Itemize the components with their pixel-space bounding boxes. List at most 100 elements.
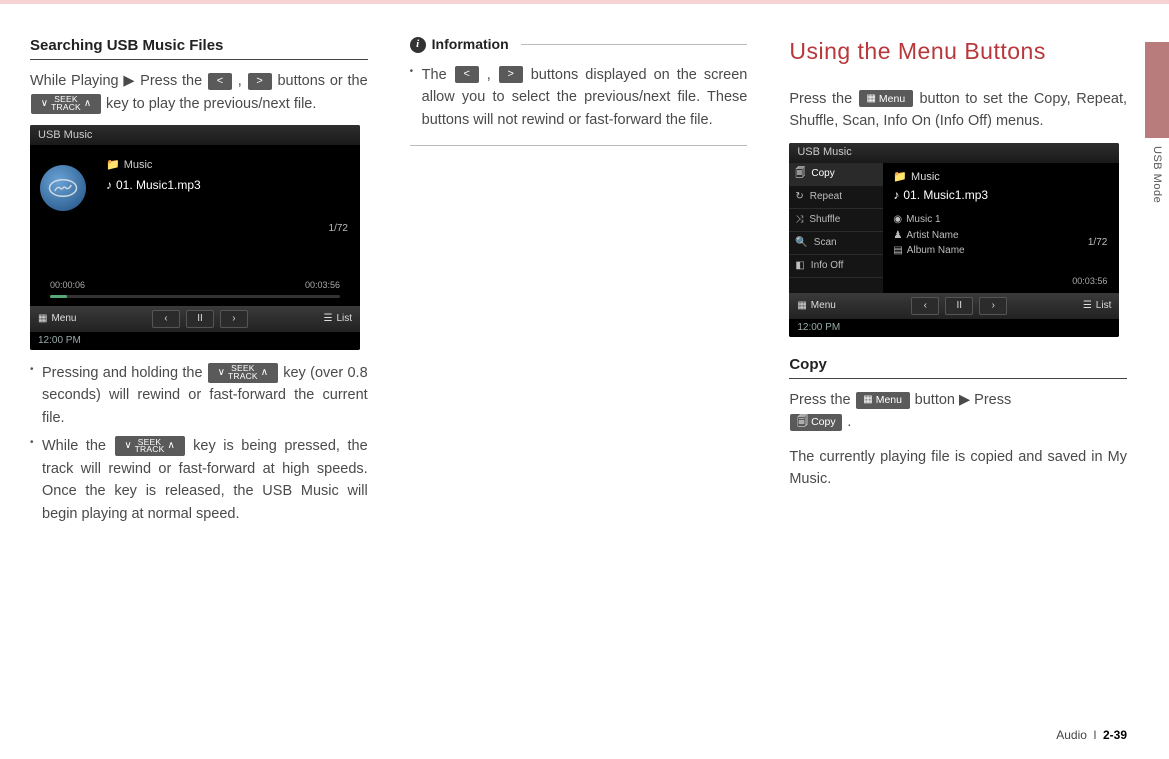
column-2: i Information The < , > buttons displaye… <box>410 34 748 531</box>
shot-toolbar: ▦ Menu ‹ II › ☰ List <box>30 306 360 332</box>
copy-key-text: Copy <box>811 417 836 428</box>
usb-music-screenshot-basic: USB Music 📁 Music <box>30 125 360 350</box>
info-rule <box>521 44 748 45</box>
section-heading-searching: Searching USB Music Files <box>30 34 368 60</box>
text-fragment: Press the <box>789 392 854 408</box>
menu-key-text: Menu <box>876 395 902 406</box>
album-icon: ▤ <box>893 243 902 259</box>
toolbar-menu-label: Menu <box>51 311 76 327</box>
chevron-up-icon: ∧ <box>84 99 91 109</box>
text-fragment: , <box>487 67 498 83</box>
track-counter: 1/72 <box>329 221 348 237</box>
prev-key-label: < <box>208 73 232 90</box>
hyundai-logo-icon <box>48 176 78 200</box>
intro-paragraph: While Playing ▶ Press the < , > buttons … <box>30 70 368 115</box>
folder-icon: 📁 <box>893 169 907 186</box>
toolbar-list-label: List <box>336 311 352 327</box>
chevron-down-icon: ∨ <box>41 99 48 109</box>
track-text: TRACK <box>135 446 165 454</box>
text-fragment: , <box>238 73 247 89</box>
copy-note: The currently playing file is copied and… <box>789 446 1127 491</box>
next-key-label: > <box>499 66 523 83</box>
time-end: 00:03:56 <box>1072 275 1107 289</box>
info-label: Information <box>432 34 509 56</box>
shot-clock: 12:00 PM <box>30 332 360 350</box>
list-icon: ☰ <box>323 311 332 327</box>
album-row: ▤Album Name <box>893 243 1109 259</box>
menu-grid-icon: ▦ <box>866 94 875 104</box>
sidebar-row: ↻Repeat <box>789 186 883 209</box>
text-fragment: buttons or the <box>277 73 367 89</box>
footer-section: Audio <box>1056 728 1087 742</box>
time-end: 00:03:56 <box>305 279 340 293</box>
text-fragment: Pressing and holding the <box>42 365 207 381</box>
toolbar-list-label: List <box>1096 298 1112 314</box>
info-off-icon: ◧ <box>795 258 804 274</box>
information-heading: i Information <box>410 34 748 56</box>
brand-logo <box>40 165 86 211</box>
scan-icon: 🔍 <box>795 235 807 251</box>
next-key-label: > <box>248 73 272 90</box>
bullet-list: Pressing and holding the ∨ SEEK TRACK ∧ … <box>30 362 368 525</box>
text-fragment: The <box>422 67 454 83</box>
menu-key-label: ▦ Menu <box>859 90 913 107</box>
disc-icon: ◉ <box>893 212 902 228</box>
list-icon: ☰ <box>1083 298 1092 314</box>
menu-grid-icon: ▦ <box>863 395 872 405</box>
file-row: ♪ 01. Music1.mp3 <box>106 176 350 195</box>
copy-key-label: 🗐 Copy <box>790 414 842 431</box>
text-fragment: . <box>847 414 851 430</box>
menu-grid-icon: ▦ <box>38 311 47 327</box>
copy-page-icon: 🗐 <box>797 417 808 428</box>
prev-button-shot: ‹ <box>911 297 939 315</box>
section-heading-copy: Copy <box>789 353 1127 379</box>
text-fragment: While the <box>42 438 114 454</box>
folder-name: Music <box>911 169 940 186</box>
usb-music-screenshot-menu: USB Music 🗐Copy ↻Repeat ⤨Shuffle 🔍Scan ◧… <box>789 143 1119 337</box>
bullet-item: The < , > buttons displayed on the scree… <box>410 64 748 131</box>
text-fragment: key to play the previous/next file. <box>106 96 316 112</box>
menu-button-paragraph: Press the ▦ Menu button to set the Copy,… <box>789 88 1127 133</box>
repeat-icon: ↻ <box>795 189 803 205</box>
shot-toolbar: ▦ Menu ‹ II › ☰ List <box>789 293 1119 319</box>
shot-sidebar: 🗐Copy ↻Repeat ⤨Shuffle 🔍Scan ◧Info Off <box>789 163 883 293</box>
folder-row: 📁 Music <box>106 157 350 174</box>
chevron-down-icon: ∨ <box>218 368 225 378</box>
toolbar-menu-label: Menu <box>811 298 836 314</box>
copy-icon: 🗐 <box>795 166 805 182</box>
music-note-icon: ♪ <box>106 176 112 195</box>
folder-name: Music <box>124 157 153 174</box>
pause-button-shot: II <box>945 297 973 315</box>
footer-separator: l <box>1094 728 1097 742</box>
track-text: TRACK <box>228 373 258 381</box>
bullet-item: Pressing and holding the ∨ SEEK TRACK ∧ … <box>30 362 368 429</box>
copy-instruction: Press the ▦ Menu button ▶ Press 🗐 Copy . <box>789 389 1127 434</box>
column-3: Using the Menu Buttons Press the ▦ Menu … <box>789 34 1127 531</box>
prev-button-shot: ‹ <box>152 310 180 328</box>
column-1: Searching USB Music Files While Playing … <box>30 34 368 531</box>
time-current: 00:00:06 <box>50 279 85 293</box>
music-note-icon: ♪ <box>893 186 899 205</box>
file-name: 01. Music1.mp3 <box>903 186 988 205</box>
sidebar-row: 🗐Copy <box>789 163 883 186</box>
seek-track-key-label: ∨ SEEK TRACK ∧ <box>31 94 101 114</box>
chevron-down-icon: ∨ <box>124 441 131 451</box>
folder-icon: 📁 <box>106 157 120 174</box>
shot-titlebar: USB Music <box>30 125 360 145</box>
bullet-item: While the ∨ SEEK TRACK ∧ key is being pr… <box>30 435 368 525</box>
file-row: ♪ 01. Music1.mp3 <box>893 186 1109 205</box>
text-fragment: While Playing ▶ Press the <box>30 73 207 89</box>
chevron-up-icon: ∧ <box>261 368 268 378</box>
song-row: ◉Music 1 <box>893 212 1109 228</box>
text-fragment: button ▶ Press <box>915 392 1012 408</box>
file-name: 01. Music1.mp3 <box>116 176 201 195</box>
page-number: 2-39 <box>1103 728 1127 742</box>
info-icon: i <box>410 37 426 53</box>
seek-track-key-label: ∨ SEEK TRACK ∧ <box>115 436 185 456</box>
menu-grid-icon: ▦ <box>797 298 806 314</box>
sidebar-row: 🔍Scan <box>789 232 883 255</box>
shot-clock: 12:00 PM <box>789 319 1119 337</box>
prev-key-label: < <box>455 66 479 83</box>
divider <box>410 145 748 146</box>
next-button-shot: › <box>220 310 248 328</box>
